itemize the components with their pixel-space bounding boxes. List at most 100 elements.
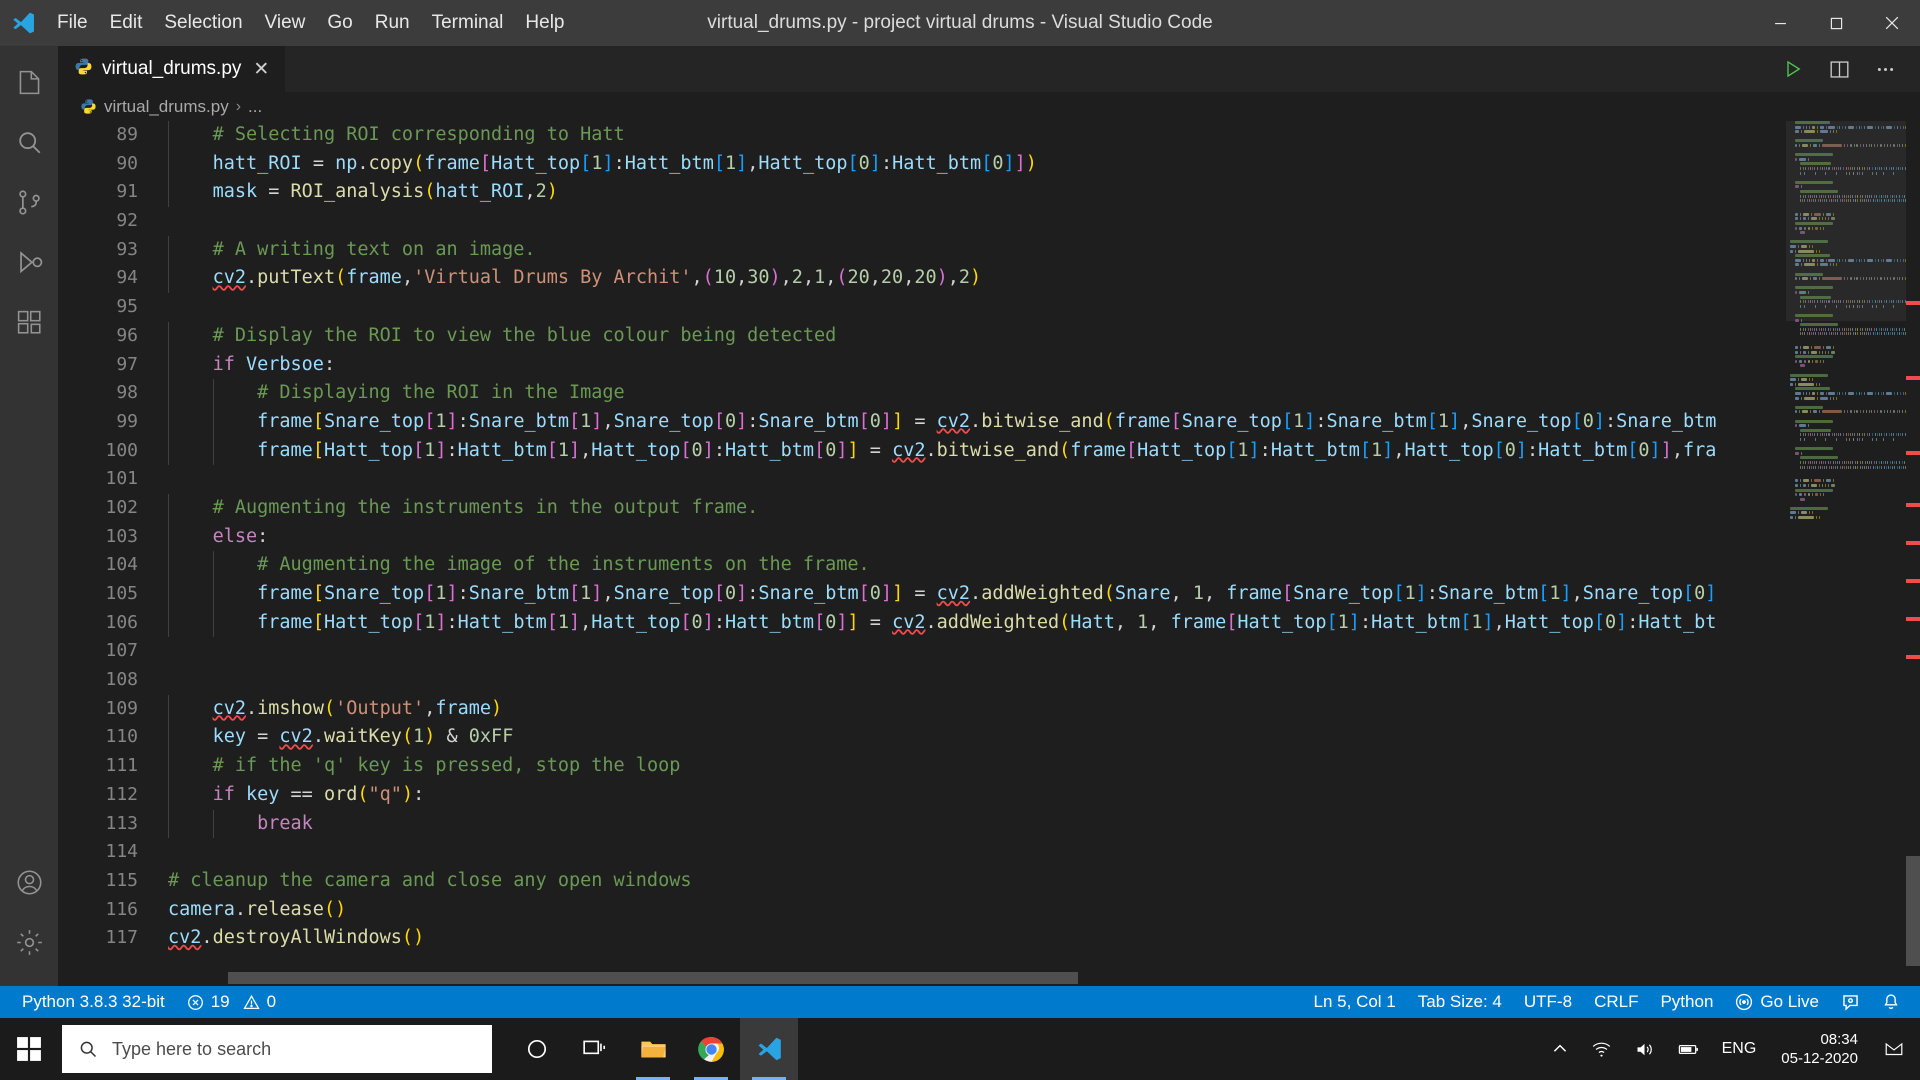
code-line[interactable]: 96 # Display the ROI to view the blue co… — [58, 322, 1920, 351]
maximize-button[interactable] — [1808, 0, 1864, 46]
search-icon[interactable] — [0, 112, 58, 172]
breadcrumb-file[interactable]: virtual_drums.py — [104, 97, 229, 117]
close-icon[interactable]: ✕ — [250, 58, 272, 81]
menu-file[interactable]: File — [46, 0, 99, 46]
battery-icon[interactable] — [1666, 1018, 1711, 1080]
code-line[interactable]: 114 — [58, 838, 1920, 867]
cortana-icon[interactable] — [508, 1018, 566, 1080]
volume-icon[interactable] — [1623, 1018, 1666, 1080]
menu-terminal[interactable]: Terminal — [421, 0, 515, 46]
horizontal-scrollbar-thumb[interactable] — [228, 972, 1078, 984]
code-line[interactable]: 98 # Displaying the ROI in the Image — [58, 379, 1920, 408]
breadcrumb-symbol[interactable]: ... — [248, 97, 262, 117]
code-line[interactable]: 116camera.release() — [58, 896, 1920, 925]
code-line-text[interactable]: # if the 'q' key is pressed, stop the lo… — [158, 752, 680, 781]
code-line-text[interactable]: frame[Hatt_top[1]:Hatt_btm[1],Hatt_top[0… — [158, 609, 1716, 638]
code-line-text[interactable]: frame[Snare_top[1]:Snare_btm[1],Snare_to… — [158, 408, 1716, 437]
cursor-position-status[interactable]: Ln 5, Col 1 — [1303, 986, 1407, 1018]
more-actions-button[interactable] — [1864, 46, 1906, 92]
file-explorer-icon[interactable] — [624, 1018, 682, 1080]
code-line-text[interactable]: # A writing text on an image. — [158, 236, 536, 265]
code-line[interactable]: 117cv2.destroyAllWindows() — [58, 924, 1920, 953]
code-line[interactable]: 89 # Selecting ROI corresponding to Hatt — [58, 121, 1920, 150]
code-line[interactable]: 108 — [58, 666, 1920, 695]
extensions-icon[interactable] — [0, 292, 58, 352]
gear-icon[interactable] — [0, 912, 58, 972]
notifications-status[interactable] — [1871, 986, 1920, 1018]
code-line[interactable]: 113 break — [58, 810, 1920, 839]
code-editor[interactable]: 89 # Selecting ROI corresponding to Hatt… — [58, 121, 1920, 986]
source-control-icon[interactable] — [0, 172, 58, 232]
google-chrome-icon[interactable] — [682, 1018, 740, 1080]
split-editor-button[interactable] — [1818, 46, 1860, 92]
show-hidden-icons-button[interactable] — [1540, 1018, 1580, 1080]
code-line-text[interactable]: # Augmenting the image of the instrument… — [158, 551, 870, 580]
clock[interactable]: 08:34 05-12-2020 — [1767, 1018, 1872, 1080]
close-button[interactable] — [1864, 0, 1920, 46]
code-line-text[interactable]: cv2.imshow('Output',frame) — [158, 695, 502, 724]
explorer-icon[interactable] — [0, 52, 58, 112]
task-view-icon[interactable] — [566, 1018, 624, 1080]
menu-help[interactable]: Help — [514, 0, 575, 46]
menu-view[interactable]: View — [254, 0, 317, 46]
code-line[interactable]: 104 # Augmenting the image of the instru… — [58, 551, 1920, 580]
code-line-text[interactable]: frame[Hatt_top[1]:Hatt_btm[1],Hatt_top[0… — [158, 437, 1716, 466]
language-indicator[interactable]: ENG — [1711, 1018, 1768, 1080]
code-line[interactable]: 115# cleanup the camera and close any op… — [58, 867, 1920, 896]
code-line[interactable]: 111 # if the 'q' key is pressed, stop th… — [58, 752, 1920, 781]
eol-status[interactable]: CRLF — [1583, 986, 1649, 1018]
run-debug-icon[interactable] — [0, 232, 58, 292]
code-line[interactable]: 100 frame[Hatt_top[1]:Hatt_btm[1],Hatt_t… — [58, 437, 1920, 466]
menu-go[interactable]: Go — [316, 0, 363, 46]
code-line-text[interactable]: # Displaying the ROI in the Image — [158, 379, 625, 408]
code-line-text[interactable]: cv2.putText(frame,'Virtual Drums By Arch… — [158, 264, 981, 293]
code-line-text[interactable]: # Display the ROI to view the blue colou… — [158, 322, 836, 351]
code-line[interactable]: 102 # Augmenting the instruments in the … — [58, 494, 1920, 523]
code-line[interactable]: 97 if Verbsoe: — [58, 351, 1920, 380]
code-line[interactable]: 109 cv2.imshow('Output',frame) — [58, 695, 1920, 724]
code-line[interactable]: 91 mask = ROI_analysis(hatt_ROI,2) — [58, 178, 1920, 207]
tab-virtual-drums-py[interactable]: virtual_drums.py ✕ — [58, 46, 286, 92]
code-line-text[interactable]: break — [158, 810, 313, 839]
minimap[interactable] — [1786, 121, 1906, 986]
menu-run[interactable]: Run — [364, 0, 421, 46]
code-line[interactable]: 92 — [58, 207, 1920, 236]
network-icon[interactable] — [1580, 1018, 1623, 1080]
code-line-text[interactable]: mask = ROI_analysis(hatt_ROI,2) — [158, 178, 558, 207]
language-mode-status[interactable]: Python — [1649, 986, 1724, 1018]
tab-size-status[interactable]: Tab Size: 4 — [1407, 986, 1513, 1018]
code-line[interactable]: 105 frame[Snare_top[1]:Snare_btm[1],Snar… — [58, 580, 1920, 609]
code-line-text[interactable]: cv2.destroyAllWindows() — [158, 924, 424, 953]
start-button[interactable] — [0, 1018, 58, 1080]
code-line[interactable]: 106 frame[Hatt_top[1]:Hatt_btm[1],Hatt_t… — [58, 609, 1920, 638]
encoding-status[interactable]: UTF-8 — [1513, 986, 1583, 1018]
minimap-slider[interactable] — [1786, 121, 1906, 321]
account-icon[interactable] — [0, 852, 58, 912]
menu-selection[interactable]: Selection — [153, 0, 253, 46]
code-line-text[interactable]: if Verbsoe: — [158, 351, 335, 380]
problems-status[interactable]: 19 0 — [176, 986, 287, 1018]
code-line[interactable]: 90 hatt_ROI = np.copy(frame[Hatt_top[1]:… — [58, 150, 1920, 179]
code-line-text[interactable]: key = cv2.waitKey(1) & 0xFF — [158, 723, 513, 752]
vertical-scrollbar-thumb[interactable] — [1906, 856, 1920, 966]
code-line-text[interactable]: frame[Snare_top[1]:Snare_btm[1],Snare_to… — [158, 580, 1716, 609]
code-line[interactable]: 107 — [58, 637, 1920, 666]
run-python-file-button[interactable] — [1772, 46, 1814, 92]
code-line[interactable]: 103 else: — [58, 523, 1920, 552]
code-line-text[interactable]: # Augmenting the instruments in the outp… — [158, 494, 758, 523]
horizontal-scrollbar[interactable] — [58, 972, 1906, 986]
go-live-status[interactable]: Go Live — [1724, 986, 1830, 1018]
breadcrumb[interactable]: virtual_drums.py › ... — [58, 92, 1920, 121]
code-line[interactable]: 110 key = cv2.waitKey(1) & 0xFF — [58, 723, 1920, 752]
code-line[interactable]: 101 — [58, 465, 1920, 494]
code-line-text[interactable]: camera.release() — [158, 896, 346, 925]
code-line-text[interactable]: else: — [158, 523, 268, 552]
code-content[interactable]: 89 # Selecting ROI corresponding to Hatt… — [58, 121, 1920, 953]
code-line[interactable]: 93 # A writing text on an image. — [58, 236, 1920, 265]
code-line[interactable]: 112 if key == ord("q"): — [58, 781, 1920, 810]
menu-edit[interactable]: Edit — [99, 0, 154, 46]
minimize-button[interactable] — [1752, 0, 1808, 46]
search-input[interactable]: Type here to search — [62, 1025, 492, 1073]
feedback-status[interactable] — [1830, 986, 1871, 1018]
action-center-icon[interactable] — [1872, 1018, 1916, 1080]
